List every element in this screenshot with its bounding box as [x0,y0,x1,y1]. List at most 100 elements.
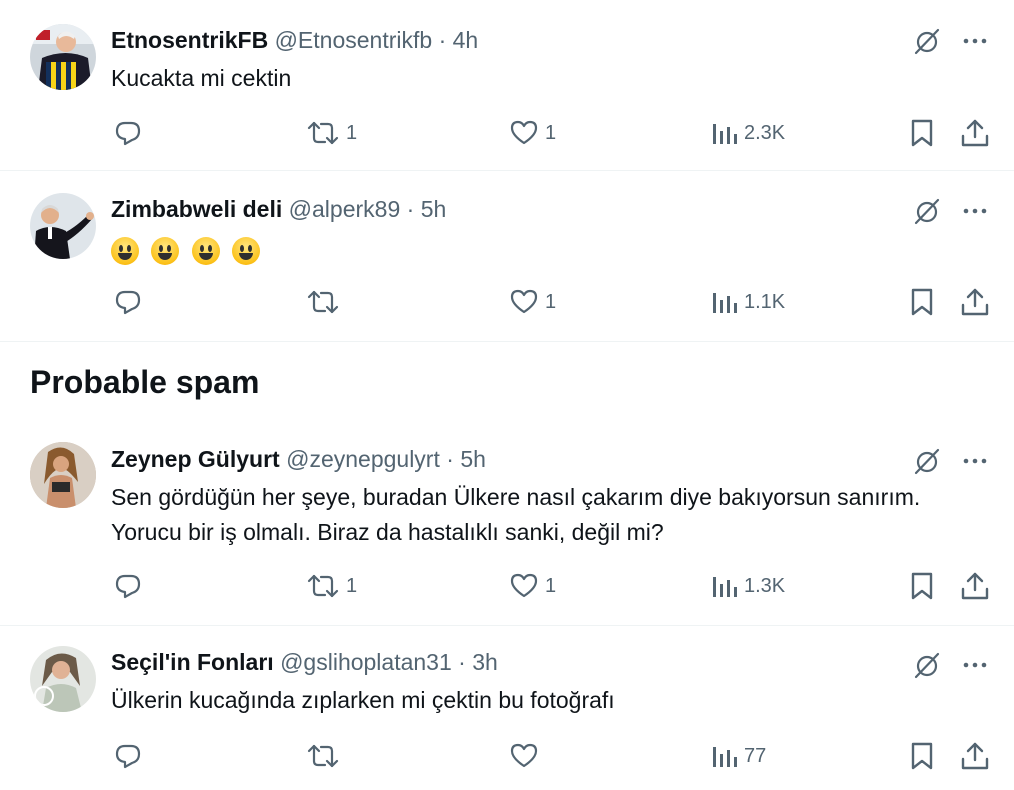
tweet-header: Zeynep Gülyurt @zeynepgulyrt · 5h [111,444,486,474]
retweet-button[interactable]: 1 [306,571,357,601]
timestamp[interactable]: 5h [460,446,486,472]
like-button[interactable]: 1 [509,287,556,317]
retweet-count: 1 [346,121,358,144]
views-button[interactable]: 77 [710,741,766,771]
bookmark-icon [911,572,933,600]
share-icon [961,288,989,316]
tweet-header: Seçil'in Fonları @gslihoplatan31 · 3h [111,647,498,677]
grinning-face-emoji [232,236,261,265]
like-count: 1 [545,574,557,597]
tweet[interactable]: Zimbabweli deli @alperk89 · 5h 1 1.1K [0,171,1014,341]
tweet-header: Zimbabweli deli @alperk89 · 5h [111,194,446,224]
reply-icon [115,744,141,769]
display-name[interactable]: Zeynep Gülyurt [111,446,280,472]
views-count: 77 [744,744,767,767]
grok-icon[interactable] [912,650,942,680]
display-name[interactable]: EtnosentrikFB [111,27,268,53]
views-button[interactable]: 1.3K [710,571,785,601]
share-icon [961,742,989,770]
retweet-icon [307,290,339,314]
grok-icon[interactable] [912,26,942,56]
grinning-face-emoji [191,236,220,265]
timestamp[interactable]: 3h [472,649,498,675]
retweet-button[interactable]: 1 [306,118,357,148]
tweet[interactable]: EtnosentrikFB @Etnosentrikfb · 4h Kucakt… [0,0,1014,170]
like-button[interactable]: 1 [509,571,556,601]
grok-icon[interactable] [912,446,942,476]
tweet-text: Sen gördüğün her şeye, buradan Ülkere na… [111,484,921,545]
tweet[interactable]: Zeynep Gülyurt @zeynepgulyrt · 5h Sen gö… [0,420,1014,625]
views-button[interactable]: 1.1K [710,287,785,317]
bookmark-icon [911,288,933,316]
views-count: 1.3K [744,574,786,597]
reply-icon [115,121,141,146]
like-button[interactable]: 1 [509,118,556,148]
reply-icon [115,574,141,599]
retweet-button[interactable] [306,741,346,771]
tweet[interactable]: Seçil'in Fonları @gslihoplatan31 · 3h Ül… [0,626,1014,790]
user-handle[interactable]: @gslihoplatan31 [280,649,452,675]
avatar[interactable] [30,193,96,259]
retweet-icon [307,121,339,145]
grinning-face-emoji [111,236,139,265]
views-icon [713,293,737,313]
timestamp[interactable]: 4h [453,27,479,53]
tweet-text: Ülkerin kucağında zıplarken mi çektin bu… [111,687,615,713]
more-icon[interactable] [960,196,990,226]
reply-icon [115,290,141,315]
share-button[interactable] [960,741,990,771]
section-title: Probable spam [30,364,260,400]
reply-button[interactable] [113,287,143,317]
separator-dot: · [446,446,454,472]
like-count: 1 [545,290,557,313]
grinning-face-emoji [151,236,180,265]
views-icon [713,124,737,144]
bookmark-icon [911,742,933,770]
like-icon [510,120,538,145]
like-icon [510,573,538,598]
bookmark-icon [911,119,933,147]
retweet-icon [307,574,339,598]
separator-dot: · [458,649,466,675]
user-handle[interactable]: @Etnosentrikfb [275,27,433,53]
bookmark-button[interactable] [908,741,936,771]
more-icon[interactable] [960,26,990,56]
bookmark-button[interactable] [908,287,936,317]
avatar[interactable] [30,442,96,508]
like-icon [510,743,538,768]
share-icon [961,572,989,600]
reply-button[interactable] [113,741,143,771]
like-button[interactable] [509,741,545,771]
more-icon[interactable] [960,650,990,680]
display-name[interactable]: Seçil'in Fonları [111,649,274,675]
bookmark-button[interactable] [908,118,936,148]
views-count: 2.3K [744,121,786,144]
views-button[interactable]: 2.3K [710,118,785,148]
reply-button[interactable] [113,118,143,148]
share-button[interactable] [960,571,990,601]
retweet-button[interactable] [306,287,346,317]
bookmark-button[interactable] [908,571,936,601]
share-icon [961,119,989,147]
avatar[interactable] [30,24,96,90]
retweet-count: 1 [346,574,358,597]
separator-dot: · [406,196,415,222]
tweet-text: Kucakta mi cektin [111,65,292,91]
avatar[interactable] [30,646,96,712]
tweet-text [111,233,971,265]
like-count: 1 [545,121,557,144]
views-icon [713,577,737,597]
like-icon [510,289,538,314]
share-button[interactable] [960,118,990,148]
tweet-divider [0,341,1014,342]
more-icon[interactable] [960,446,990,476]
timestamp[interactable]: 5h [421,196,447,222]
tweet-header: EtnosentrikFB @Etnosentrikfb · 4h [111,25,478,55]
user-handle[interactable]: @alperk89 [289,196,401,222]
display-name[interactable]: Zimbabweli deli [111,196,282,222]
user-handle[interactable]: @zeynepgulyrt [286,446,440,472]
reply-button[interactable] [113,571,143,601]
share-button[interactable] [960,287,990,317]
grok-icon[interactable] [912,196,942,226]
views-count: 1.1K [744,290,786,313]
